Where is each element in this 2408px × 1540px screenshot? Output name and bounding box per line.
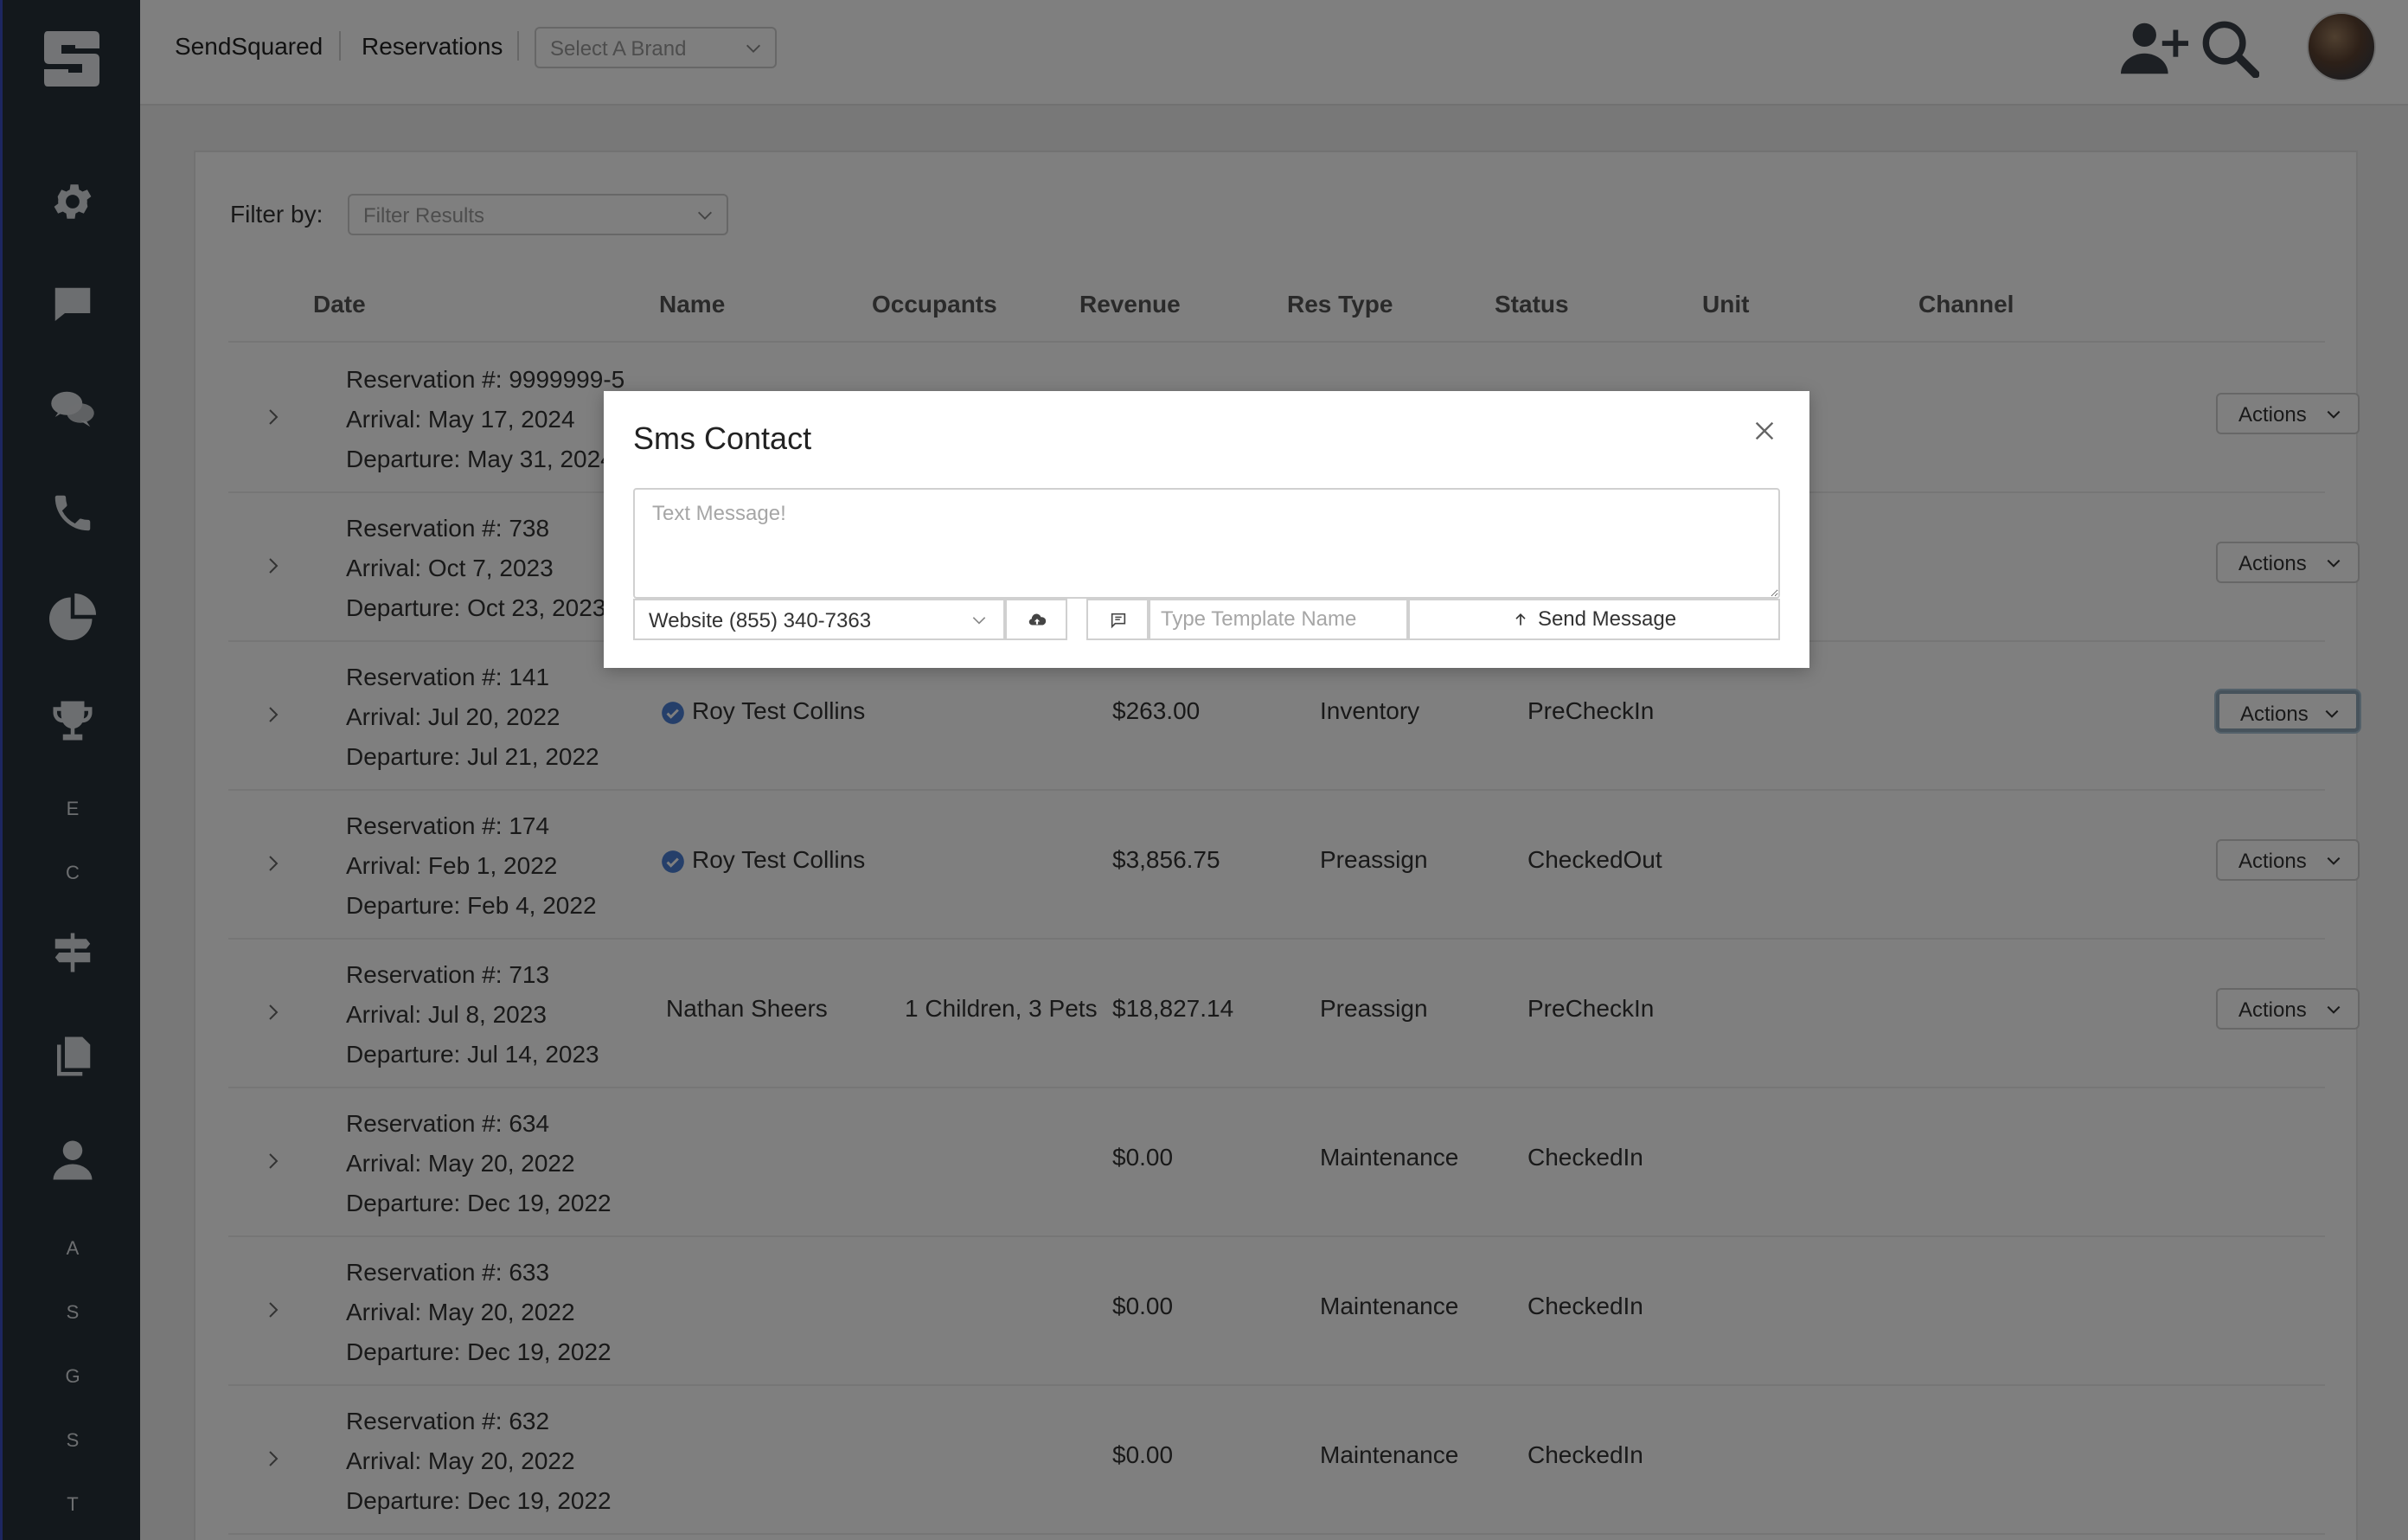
template-name-input[interactable] — [1149, 599, 1408, 640]
send-message-label: Send Message — [1537, 607, 1677, 631]
upload-attachment-button[interactable] — [1005, 599, 1067, 640]
sms-contact-modal: Sms Contact Website (855) 340-7363 Send … — [604, 391, 1809, 668]
modal-title: Sms Contact — [633, 420, 812, 456]
sender-phone-value: Website (855) 340-7363 — [649, 609, 872, 632]
send-message-button[interactable]: Send Message — [1408, 599, 1780, 640]
close-icon[interactable] — [1751, 417, 1778, 445]
arrow-up-icon — [1515, 613, 1526, 626]
template-button[interactable] — [1086, 599, 1149, 640]
modal-backdrop[interactable] — [0, 0, 2408, 1540]
message-textarea[interactable] — [633, 488, 1780, 599]
cloud-upload-icon — [1028, 613, 1047, 626]
sender-phone-select[interactable]: Website (855) 340-7363 — [633, 599, 1005, 640]
app-root: E C A S G S T SendSquared Reservations S… — [0, 0, 2408, 1540]
chevron-down-icon — [972, 617, 986, 625]
message-template-icon — [1111, 613, 1126, 629]
